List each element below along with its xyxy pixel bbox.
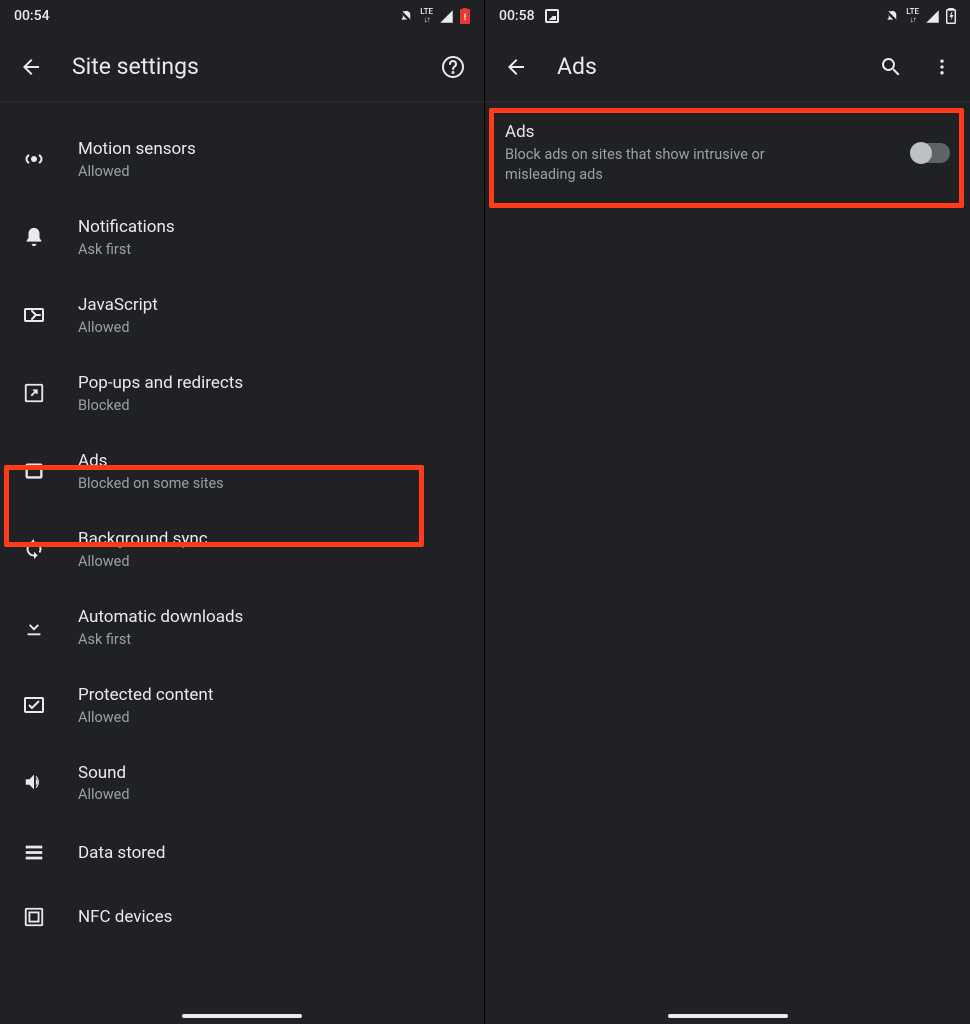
status-time: 00:54	[14, 8, 50, 24]
setting-protected-content[interactable]: Protected content Allowed	[0, 666, 484, 744]
setting-label: Notifications	[78, 216, 175, 239]
mute-icon	[885, 8, 900, 23]
setting-nfc[interactable]: NFC devices	[0, 885, 484, 949]
toggle-knob	[910, 142, 932, 164]
lte-indicator: LTE↓↑	[906, 8, 919, 24]
download-icon	[20, 613, 48, 641]
setting-sub: Allowed	[78, 786, 130, 803]
settings-list: Motion sensors Allowed Notifications Ask…	[0, 102, 484, 949]
battery-low-icon: !	[460, 8, 470, 24]
screen-site-settings: 00:54 LTE↓↑ ! Site settings	[0, 0, 485, 1024]
help-button[interactable]	[440, 54, 466, 80]
status-icons: LTE↓↑ !	[399, 8, 470, 24]
ads-setting-panel: Ads Block ads on sites that show intrusi…	[485, 102, 970, 184]
app-bar: Ads	[485, 32, 970, 102]
setting-label: Ads	[78, 450, 224, 473]
back-button[interactable]	[18, 54, 44, 80]
nav-handle[interactable]	[668, 1014, 788, 1018]
setting-sub: Blocked	[78, 397, 243, 414]
setting-sub: Ask first	[78, 241, 175, 258]
setting-background-sync[interactable]: Background sync Allowed	[0, 510, 484, 588]
battery-charging-icon	[946, 8, 956, 24]
ads-icon	[20, 457, 48, 485]
back-button[interactable]	[503, 54, 529, 80]
screenshot-notification-icon	[545, 9, 559, 23]
status-bar: 00:58 LTE↓↑	[485, 0, 970, 32]
setting-sub: Allowed	[78, 163, 196, 180]
page-title: Site settings	[72, 53, 412, 80]
setting-sub: Allowed	[78, 709, 213, 726]
setting-label: Background sync	[78, 528, 208, 551]
javascript-icon	[20, 301, 48, 329]
page-title: Ads	[557, 53, 850, 80]
setting-sound[interactable]: Sound Allowed	[0, 744, 484, 822]
sync-icon	[20, 535, 48, 563]
nfc-icon	[20, 903, 48, 931]
setting-notifications[interactable]: Notifications Ask first	[0, 198, 484, 276]
lte-indicator: LTE↓↑	[420, 8, 433, 24]
ads-toggle[interactable]	[912, 143, 950, 163]
setting-label: JavaScript	[78, 294, 158, 317]
protected-content-icon	[20, 691, 48, 719]
mute-icon	[399, 8, 414, 23]
setting-label: Data stored	[78, 842, 166, 865]
svg-text:!: !	[464, 13, 466, 23]
signal-icon	[439, 8, 454, 23]
motion-sensors-icon	[20, 145, 48, 173]
status-time: 00:58	[499, 8, 535, 24]
search-button[interactable]	[878, 54, 904, 80]
setting-label: NFC devices	[78, 906, 172, 929]
ads-toggle-row[interactable]: Ads Block ads on sites that show intrusi…	[505, 122, 950, 184]
setting-data-stored[interactable]: Data stored	[0, 821, 484, 885]
ads-description: Block ads on sites that show intrusive o…	[505, 145, 825, 184]
ads-title: Ads	[505, 122, 896, 142]
nav-handle[interactable]	[182, 1014, 302, 1018]
setting-auto-downloads[interactable]: Automatic downloads Ask first	[0, 588, 484, 666]
bell-icon	[20, 223, 48, 251]
setting-label: Automatic downloads	[78, 606, 243, 629]
setting-label: Pop-ups and redirects	[78, 372, 243, 395]
setting-sub: Ask first	[78, 631, 243, 648]
screen-ads: 00:58 LTE↓↑ Ads	[485, 0, 970, 1024]
setting-popups[interactable]: Pop-ups and redirects Blocked	[0, 354, 484, 432]
setting-motion-sensors[interactable]: Motion sensors Allowed	[0, 120, 484, 198]
setting-sub: Allowed	[78, 553, 208, 570]
storage-icon	[20, 839, 48, 867]
setting-sub: Allowed	[78, 319, 158, 336]
app-bar: Site settings	[0, 32, 484, 102]
overflow-menu-button[interactable]	[932, 54, 952, 80]
setting-label: Sound	[78, 762, 130, 785]
status-icons: LTE↓↑	[885, 8, 956, 24]
sound-icon	[20, 768, 48, 796]
signal-icon	[925, 8, 940, 23]
setting-sub: Blocked on some sites	[78, 475, 224, 492]
setting-javascript[interactable]: JavaScript Allowed	[0, 276, 484, 354]
setting-label: Protected content	[78, 684, 213, 707]
popup-icon	[20, 379, 48, 407]
status-bar: 00:54 LTE↓↑ !	[0, 0, 484, 32]
setting-label: Motion sensors	[78, 138, 196, 161]
setting-ads[interactable]: Ads Blocked on some sites	[0, 432, 484, 510]
